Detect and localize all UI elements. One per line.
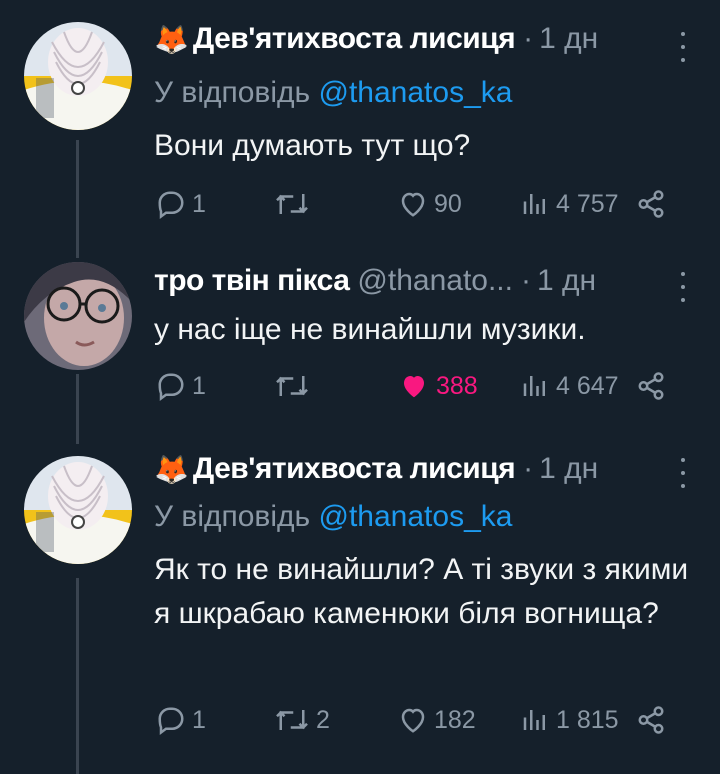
fox-emoji-icon: 🦊 bbox=[154, 23, 189, 55]
reply-button[interactable]: 1 bbox=[156, 366, 206, 406]
tweet-header: 🦊 Дев'ятихвоста лисиця · 1 дн bbox=[154, 22, 598, 56]
reply-icon bbox=[158, 707, 184, 735]
reply-mention-link[interactable]: @thanatos_ka bbox=[319, 500, 513, 533]
views-button[interactable]: 1 815 bbox=[520, 700, 619, 740]
share-button[interactable] bbox=[636, 366, 666, 406]
display-name[interactable]: тро твін пікса bbox=[154, 264, 350, 298]
view-count: 4 647 bbox=[556, 371, 619, 400]
reply-icon bbox=[158, 191, 184, 219]
share-icon bbox=[638, 372, 664, 400]
views-button[interactable]: 4 757 bbox=[520, 184, 619, 224]
more-icon[interactable] bbox=[680, 272, 686, 302]
retweet-icon bbox=[276, 710, 308, 730]
more-icon[interactable] bbox=[680, 458, 686, 488]
tweet-header: 🦊 Дев'ятихвоста лисиця · 1 дн bbox=[154, 452, 598, 486]
reply-to-line: У відповідь @thanatos_ka bbox=[154, 500, 512, 534]
reply-mention-link[interactable]: @thanatos_ka bbox=[319, 76, 513, 109]
separator-dot: · bbox=[523, 22, 534, 55]
share-icon bbox=[638, 190, 664, 218]
views-icon bbox=[523, 194, 545, 214]
tweet-text: Як то не винайшли? А ті звуки з якими я … bbox=[154, 553, 689, 630]
like-icon bbox=[401, 708, 425, 733]
views-icon bbox=[523, 376, 545, 396]
share-button[interactable] bbox=[636, 700, 666, 740]
reply-count: 1 bbox=[192, 705, 206, 734]
avatar[interactable] bbox=[24, 456, 132, 564]
views-button[interactable]: 4 647 bbox=[520, 366, 619, 406]
thread-line bbox=[76, 578, 79, 774]
reply-icon bbox=[158, 373, 184, 401]
like-count: 182 bbox=[434, 705, 476, 734]
avatar[interactable] bbox=[24, 262, 132, 370]
timestamp[interactable]: 1 дн bbox=[539, 452, 598, 486]
like-count: 388 bbox=[436, 371, 478, 400]
reply-button[interactable]: 1 bbox=[156, 184, 206, 224]
separator-dot: · bbox=[523, 452, 534, 485]
reply-count: 1 bbox=[192, 371, 206, 400]
retweet-count: 2 bbox=[316, 705, 330, 734]
like-icon bbox=[404, 376, 424, 398]
share-button[interactable] bbox=[636, 184, 666, 224]
reply-count: 1 bbox=[192, 189, 206, 218]
views-icon bbox=[523, 710, 545, 730]
fox-emoji-icon: 🦊 bbox=[154, 453, 189, 485]
separator-dot: · bbox=[520, 264, 531, 297]
action-bar: 1 90 4 757 bbox=[0, 184, 720, 224]
retweet-button[interactable]: 2 bbox=[274, 700, 330, 740]
action-bar: 1 388 4 647 bbox=[0, 366, 720, 406]
more-icon[interactable] bbox=[680, 32, 686, 62]
timestamp[interactable]: 1 дн bbox=[539, 22, 598, 56]
retweet-button[interactable] bbox=[274, 366, 316, 406]
display-name[interactable]: Дев'ятихвоста лисиця bbox=[193, 452, 516, 486]
avatar[interactable] bbox=[24, 22, 132, 130]
timestamp[interactable]: 1 дн bbox=[537, 264, 596, 298]
share-icon bbox=[638, 706, 664, 734]
user-handle[interactable]: @thanato... bbox=[357, 264, 513, 298]
retweet-icon bbox=[276, 194, 308, 214]
view-count: 4 757 bbox=[556, 189, 619, 218]
reply-prefix: У відповідь bbox=[154, 500, 311, 533]
retweet-icon bbox=[276, 376, 308, 396]
action-bar: 1 2 182 1 815 bbox=[0, 700, 720, 740]
tweet-text: Вони думають тут що? bbox=[154, 129, 471, 162]
reply-button[interactable]: 1 bbox=[156, 700, 206, 740]
tweet-header: тро твін пікса @thanato... · 1 дн bbox=[154, 264, 596, 298]
like-icon bbox=[401, 192, 425, 217]
reply-to-line: У відповідь @thanatos_ka bbox=[154, 76, 512, 110]
like-button[interactable]: 182 bbox=[398, 700, 476, 740]
reply-prefix: У відповідь bbox=[154, 76, 311, 109]
view-count: 1 815 bbox=[556, 705, 619, 734]
tweet-text: у нас іще не винайшли музики. bbox=[154, 313, 586, 346]
like-button[interactable]: 90 bbox=[398, 184, 462, 224]
like-button[interactable]: 388 bbox=[398, 366, 478, 406]
like-count: 90 bbox=[434, 189, 462, 218]
retweet-button[interactable] bbox=[274, 184, 316, 224]
display-name[interactable]: Дев'ятихвоста лисиця bbox=[193, 22, 516, 56]
